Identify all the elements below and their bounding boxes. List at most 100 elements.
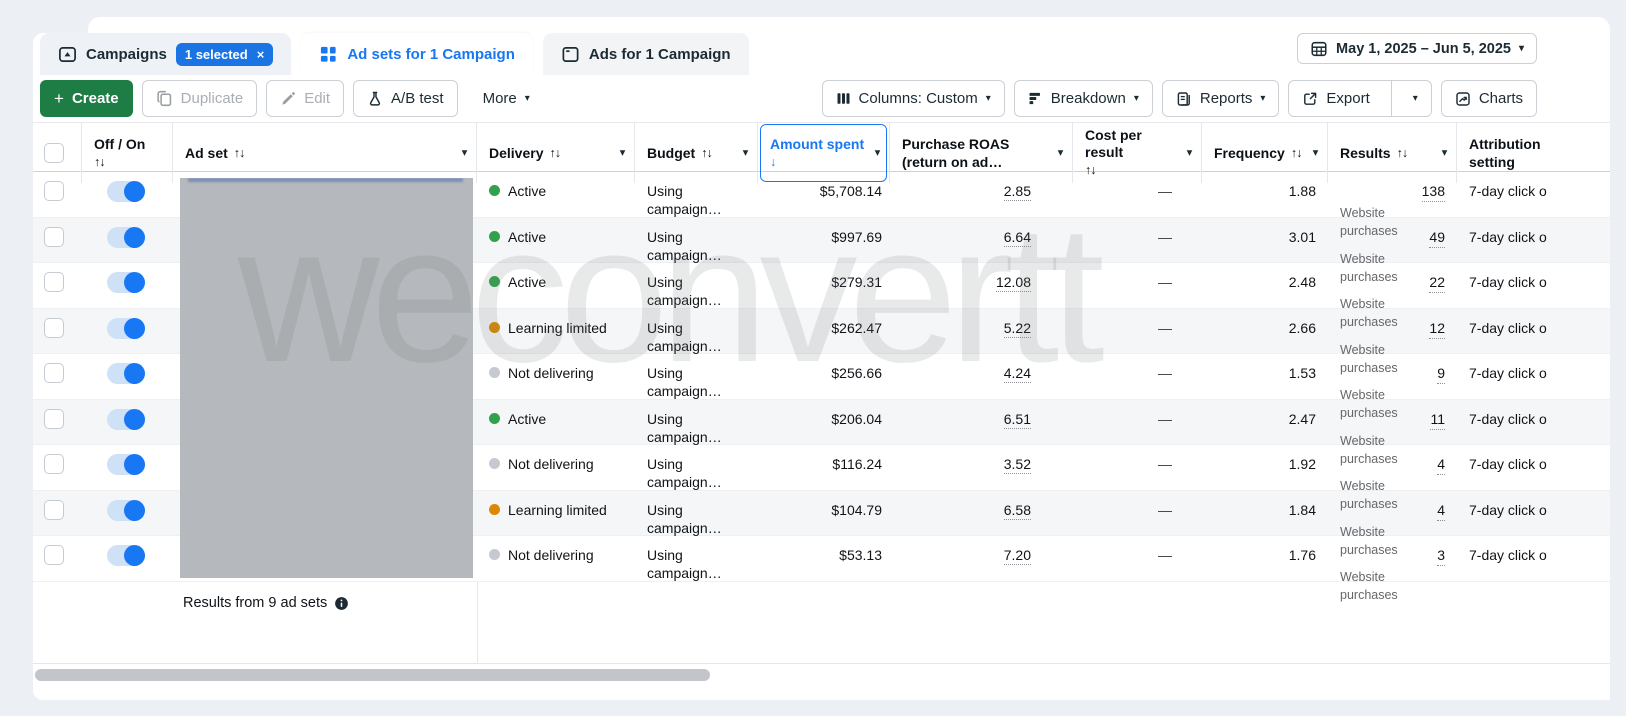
- header-budget[interactable]: Budget↑↓ ▾: [635, 123, 758, 183]
- header-delivery[interactable]: Delivery ↑↓ ▾: [477, 123, 635, 183]
- sort-icon: ↑↓: [1397, 145, 1408, 162]
- header-attribution[interactable]: Attribution setting: [1457, 123, 1610, 183]
- on-off-toggle[interactable]: [107, 363, 145, 384]
- chevron-down-icon: ▾: [525, 93, 530, 104]
- row-checkbox[interactable]: [44, 409, 64, 429]
- off-on-label: Off / On: [94, 136, 148, 153]
- chevron-down-icon[interactable]: ▾: [1187, 145, 1192, 162]
- header-cost-per-result[interactable]: Cost per result ↑↓ ▾: [1073, 123, 1202, 183]
- create-button[interactable]: + Create: [40, 80, 133, 117]
- roas-value[interactable]: 6.58: [1004, 502, 1031, 520]
- row-checkbox[interactable]: [44, 500, 64, 520]
- row-checkbox[interactable]: [44, 181, 64, 201]
- edit-label: Edit: [304, 90, 330, 107]
- header-results[interactable]: Results↑↓ ▾: [1328, 123, 1457, 183]
- columns-label: Columns: Custom: [859, 90, 978, 107]
- roas-value[interactable]: 12.08: [996, 274, 1031, 292]
- header-purchase-roas[interactable]: Purchase ROAS (return on ad… ▾: [890, 123, 1073, 183]
- purchase-roas-label-2: (return on ad…: [902, 154, 1048, 171]
- on-off-toggle[interactable]: [107, 454, 145, 475]
- clear-selection-icon[interactable]: ×: [257, 47, 265, 62]
- header-frequency[interactable]: Frequency↑↓ ▾: [1202, 123, 1328, 183]
- export-label: Export: [1326, 90, 1369, 107]
- results-value[interactable]: 49: [1429, 228, 1445, 248]
- chevron-down-icon[interactable]: ▾: [462, 145, 467, 162]
- results-value[interactable]: 138: [1422, 182, 1445, 202]
- on-off-toggle[interactable]: [107, 318, 145, 339]
- on-off-toggle[interactable]: [107, 272, 145, 293]
- budget-cell: Using campaign…: [635, 536, 758, 604]
- more-button[interactable]: More ▾: [475, 80, 538, 117]
- delivery-status: Active: [508, 273, 546, 291]
- results-value[interactable]: 4: [1437, 501, 1445, 521]
- results-value[interactable]: 4: [1437, 455, 1445, 475]
- tab-ad-sets[interactable]: Ad sets for 1 Campaign: [301, 33, 533, 75]
- row-checkbox[interactable]: [44, 454, 64, 474]
- ad-set-names-redaction-mask: [180, 178, 473, 578]
- breakdown-button[interactable]: Breakdown ▾: [1014, 80, 1153, 117]
- roas-value[interactable]: 4.24: [1004, 365, 1031, 383]
- select-all-checkbox[interactable]: [44, 143, 64, 163]
- chevron-down-icon[interactable]: ▾: [743, 145, 748, 162]
- results-value[interactable]: 12: [1429, 319, 1445, 339]
- results-value[interactable]: 11: [1430, 410, 1445, 430]
- row-checkbox[interactable]: [44, 318, 64, 338]
- sort-icon: ↑↓: [549, 145, 560, 162]
- chevron-down-icon[interactable]: ▾: [1442, 145, 1447, 162]
- tab-ad-sets-label: Ad sets for 1 Campaign: [347, 46, 515, 63]
- edit-button[interactable]: Edit: [266, 80, 344, 117]
- tab-campaigns[interactable]: Campaigns 1 selected ×: [40, 33, 291, 75]
- scrollbar-thumb[interactable]: [35, 669, 710, 681]
- row-toggle-cell: [82, 536, 173, 604]
- chevron-down-icon[interactable]: ▾: [620, 145, 625, 162]
- roas-value[interactable]: 7.20: [1004, 547, 1031, 565]
- header-off-on[interactable]: Off / On ↑↓: [82, 123, 173, 183]
- roas-value[interactable]: 6.51: [1004, 411, 1031, 429]
- row-checkbox[interactable]: [44, 363, 64, 383]
- row-checkbox[interactable]: [44, 272, 64, 292]
- charts-label: Charts: [1479, 90, 1523, 107]
- roas-value[interactable]: 3.52: [1004, 456, 1031, 474]
- delivery-status-dot: [489, 549, 500, 560]
- duplicate-button[interactable]: Duplicate: [142, 80, 258, 117]
- delivery-label: Delivery: [489, 145, 543, 162]
- chevron-down-icon[interactable]: ▾: [1058, 145, 1063, 162]
- export-button[interactable]: Export: [1289, 81, 1382, 116]
- on-off-toggle[interactable]: [107, 227, 145, 248]
- columns-button[interactable]: Columns: Custom ▾: [822, 80, 1005, 117]
- plus-icon: +: [54, 90, 64, 107]
- on-off-toggle[interactable]: [107, 545, 145, 566]
- chevron-down-icon[interactable]: ▾: [1313, 145, 1318, 162]
- selected-badge: 1 selected ×: [176, 43, 273, 66]
- ab-test-button[interactable]: A/B test: [353, 80, 458, 117]
- amount-spent-label: Amount spent: [770, 136, 865, 153]
- roas-value[interactable]: 2.85: [1004, 183, 1031, 201]
- pencil-icon: [280, 91, 296, 107]
- delivery-status-dot: [489, 413, 500, 424]
- results-value[interactable]: 22: [1429, 273, 1445, 293]
- results-value[interactable]: 3: [1437, 546, 1445, 566]
- reports-button[interactable]: Reports ▾: [1162, 80, 1280, 117]
- export-options-button[interactable]: ▾: [1400, 81, 1431, 116]
- on-off-toggle[interactable]: [107, 409, 145, 430]
- roas-value[interactable]: 5.22: [1004, 320, 1031, 338]
- charts-button[interactable]: Charts: [1441, 80, 1537, 117]
- toolbar: + Create Duplicate Edit A/B test: [40, 80, 1537, 117]
- row-checkbox[interactable]: [44, 545, 64, 565]
- selected-badge-label: 1 selected: [185, 47, 248, 62]
- select-all-cell: [33, 123, 82, 183]
- header-ad-set[interactable]: Ad set↑↓ ▾: [173, 123, 477, 183]
- toolbar-right: Columns: Custom ▾ Breakdown ▾ Reports ▾: [822, 80, 1537, 117]
- tab-ads[interactable]: Ads for 1 Campaign: [543, 33, 749, 75]
- roas-value[interactable]: 6.64: [1004, 229, 1031, 247]
- on-off-toggle[interactable]: [107, 500, 145, 521]
- header-amount-spent[interactable]: Amount spent ↓ ▾: [758, 123, 890, 183]
- results-value[interactable]: 9: [1437, 364, 1445, 384]
- date-range-button[interactable]: May 1, 2025 – Jun 5, 2025 ▾: [1297, 33, 1537, 64]
- delivery-status: Learning limited: [508, 501, 607, 519]
- chevron-down-icon[interactable]: ▾: [875, 145, 880, 162]
- row-checkbox[interactable]: [44, 227, 64, 247]
- tab-campaigns-label: Campaigns: [86, 46, 167, 63]
- on-off-toggle[interactable]: [107, 181, 145, 202]
- table-body: Active Using campaign… $5,708.14 2.85 — …: [33, 172, 1610, 582]
